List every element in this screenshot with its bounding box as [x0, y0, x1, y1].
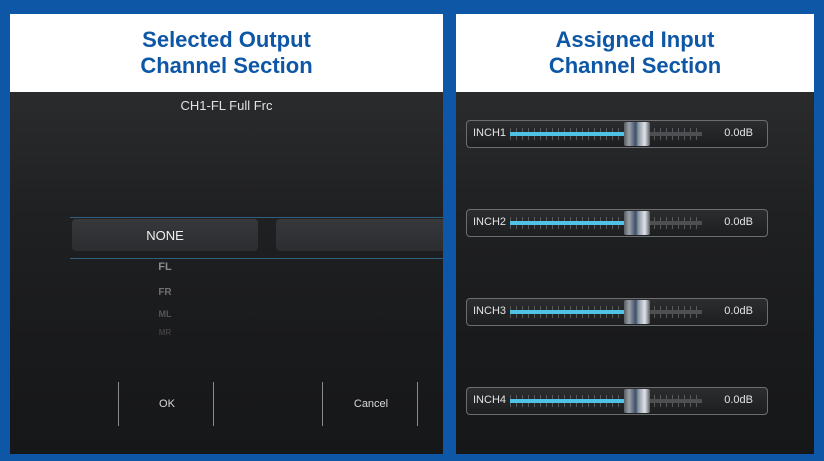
input-header-line1: Assigned Input: [555, 27, 715, 52]
button-divider: [417, 382, 418, 426]
fader-level-fill: [510, 399, 637, 403]
input-channel-list: INCH1 0.0dB INCH2 0.0dB INCH3 0.0dB INCH…: [456, 92, 814, 454]
fader-track[interactable]: [510, 132, 702, 136]
channel-label: INCH1: [473, 127, 507, 139]
input-channel-panel: Assigned Input Channel Section INCH1 0.0…: [456, 14, 814, 454]
picker-selected-value: NONE: [146, 227, 184, 243]
input-header-line2: Channel Section: [548, 53, 722, 78]
channel-gain-value: 0.0dB: [724, 394, 753, 406]
input-panel-header: Assigned Input Channel Section: [456, 14, 814, 92]
fader-level-fill: [510, 221, 637, 225]
channel-row-inch3: INCH3 0.0dB: [466, 298, 768, 326]
channel-label: INCH2: [473, 216, 507, 228]
fader-knob[interactable]: [623, 300, 650, 324]
output-panel-header: Selected Output Channel Section: [10, 14, 443, 92]
button-divider: [118, 382, 119, 426]
picker-option-ml[interactable]: ML: [72, 309, 258, 319]
fader-knob[interactable]: [623, 389, 650, 413]
picker-option-fr[interactable]: FR: [72, 287, 258, 298]
fader-knob[interactable]: [623, 122, 650, 146]
output-dialog: CH1-FL Full Frc NONE FL FR ML MR OK Canc…: [10, 92, 443, 454]
picker-option-mr[interactable]: MR: [72, 328, 258, 338]
output-channel-panel: Selected Output Channel Section CH1-FL F…: [10, 14, 443, 454]
picker-selected-row[interactable]: NONE: [72, 219, 258, 251]
picker-option-fl[interactable]: FL: [72, 261, 258, 273]
output-header-line2: Channel Section: [140, 53, 313, 78]
fader-knob[interactable]: [623, 211, 650, 235]
ok-button[interactable]: OK: [121, 388, 213, 420]
dialog-title: CH1-FL Full Frc: [180, 98, 273, 113]
channel-row-inch1: INCH1 0.0dB: [466, 120, 768, 148]
fader-level-fill: [510, 132, 637, 136]
picker-secondary-column[interactable]: [276, 219, 443, 251]
output-header-line1: Selected Output: [142, 27, 311, 52]
button-divider: [322, 382, 323, 426]
fader-level-fill: [510, 310, 637, 314]
fader-track[interactable]: [510, 399, 702, 403]
button-divider: [213, 382, 214, 426]
channel-row-inch4: INCH4 0.0dB: [466, 387, 768, 415]
channel-row-inch2: INCH2 0.0dB: [466, 209, 768, 237]
channel-label: INCH4: [473, 394, 507, 406]
fader-track[interactable]: [510, 221, 702, 225]
fader-track[interactable]: [510, 310, 702, 314]
channel-gain-value: 0.0dB: [724, 127, 753, 139]
cancel-button[interactable]: Cancel: [326, 388, 416, 420]
channel-gain-value: 0.0dB: [724, 216, 753, 228]
channel-gain-value: 0.0dB: [724, 305, 753, 317]
channel-label: INCH3: [473, 305, 507, 317]
